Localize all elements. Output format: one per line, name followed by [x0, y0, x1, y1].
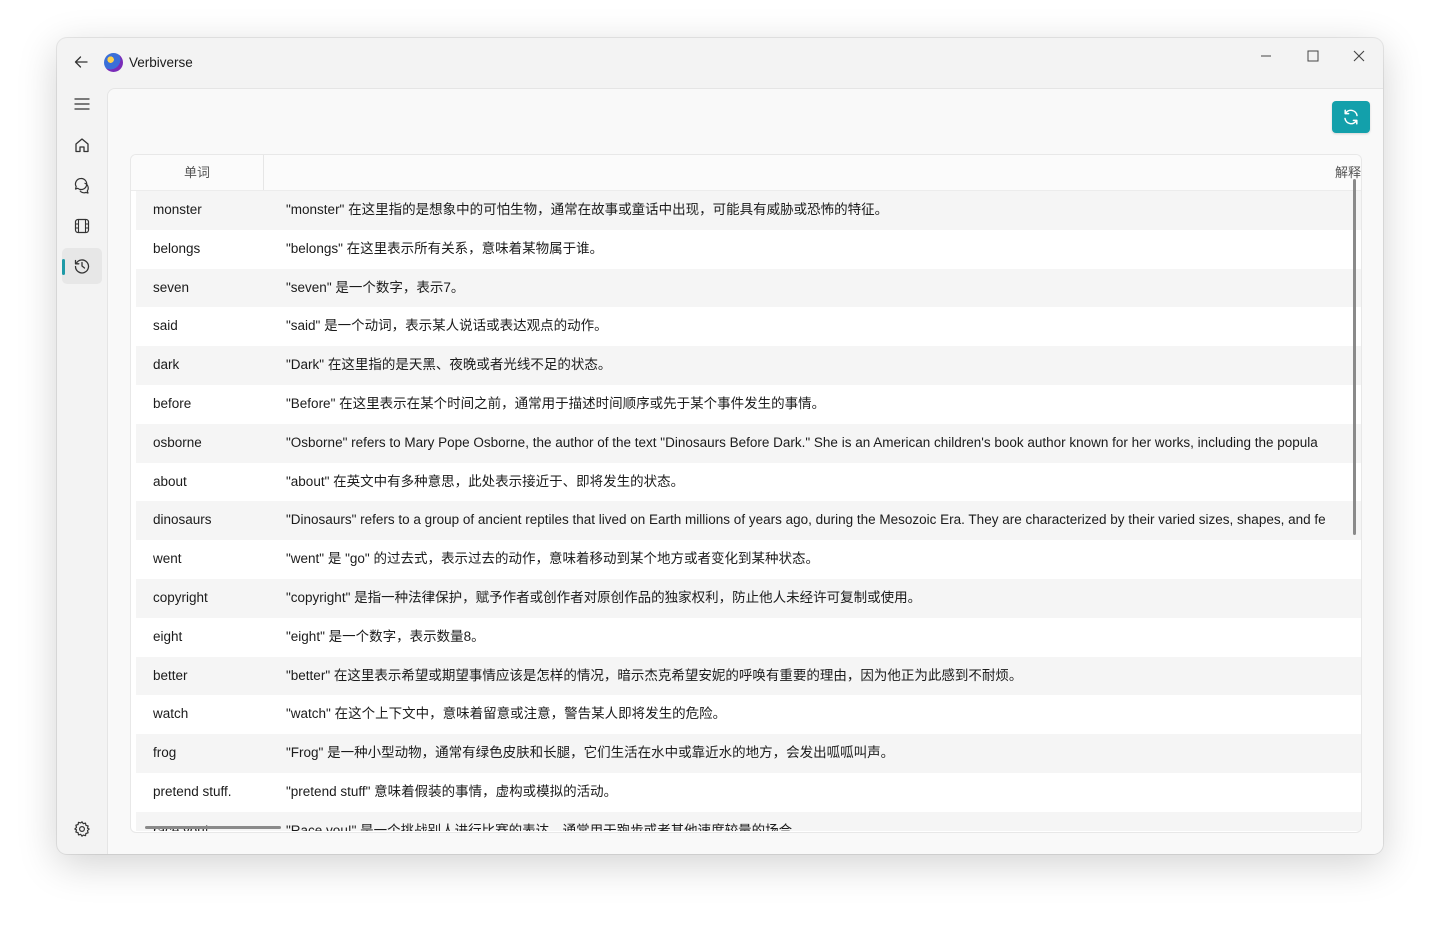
word-cell: better [153, 667, 188, 683]
word-cell: pretend stuff. [153, 783, 232, 799]
column-header-word[interactable]: 单词 [131, 155, 264, 190]
refresh-icon [1344, 109, 1358, 125]
definition-cell: "Frog" 是一种小型动物，通常有绿色皮肤和长腿，它们生活在水中或靠近水的地方… [286, 745, 895, 761]
word-cell: went [153, 551, 182, 567]
definition-cell: "Race you!" 是一个挑战别人进行比赛的表达，通常用于跑步或者其他速度较… [286, 822, 806, 831]
table-row[interactable]: better "better" 在这里表示希望或期望事情应该是怎样的情况，暗示杰克… [136, 656, 1361, 696]
definition-cell: "seven" 是一个数字，表示7。 [286, 279, 465, 295]
film-icon [74, 218, 90, 234]
word-cell: seven [153, 279, 190, 295]
horizontal-scrollbar[interactable] [145, 826, 281, 829]
table-body: monster "monster" 在这里指的是想象中的可怕生物，通常在故事或童话… [136, 191, 1361, 831]
word-cell: frog [153, 745, 177, 761]
definition-cell: "better" 在这里表示希望或期望事情应该是怎样的情况，暗示杰克希望安妮的呼… [286, 667, 1023, 683]
maximize-icon [1307, 50, 1319, 62]
app-window: Verbiverse 单词 解释 monster "monster" 在这里指的… [57, 38, 1383, 854]
table-row[interactable]: frog "Frog" 是一种小型动物，通常有绿色皮肤和长腿，它们生活在水中或靠近… [136, 734, 1361, 773]
hamburger-icon [74, 98, 90, 110]
table-row[interactable]: eight "eight" 是一个数字，表示数量8。 [136, 618, 1361, 657]
selection-indicator [62, 259, 65, 275]
definition-cell: "pretend stuff" 意味着假装的事情，虚构或模拟的活动。 [286, 783, 618, 799]
nav-item-video[interactable] [62, 208, 102, 244]
maximize-button[interactable] [1290, 42, 1336, 70]
refresh-button[interactable] [1332, 101, 1370, 133]
nav-item-home[interactable] [62, 127, 102, 163]
word-cell: monster [153, 202, 202, 217]
table-header: 单词 解释 [131, 155, 1361, 191]
definition-cell: "watch" 在这个上下文中，意味着留意或注意，警告某人即将发生的危险。 [286, 706, 727, 722]
table-row[interactable]: monster "monster" 在这里指的是想象中的可怕生物，通常在故事或童话… [136, 191, 1361, 230]
chat-icon [74, 177, 89, 194]
navigation-pane [57, 88, 107, 854]
close-icon [1353, 50, 1365, 62]
table-row[interactable]: dinosaurs "Dinosaurs" refers to a group o… [136, 501, 1361, 541]
gear-icon [74, 821, 90, 837]
table-row[interactable]: went "went" 是 "go" 的过去式，表示过去的动作，意味着移动到某个地… [136, 540, 1361, 579]
app-logo [104, 53, 123, 72]
history-icon [74, 259, 90, 274]
arrow-left-icon [74, 56, 88, 68]
nav-item-history[interactable] [62, 248, 102, 284]
definition-cell: "Osborne" refers to Mary Pope Osborne, t… [286, 434, 1318, 450]
word-cell: about [153, 473, 187, 489]
word-cell: dinosaurs [153, 512, 212, 528]
minimize-button[interactable] [1243, 42, 1289, 70]
app-title: Verbiverse [129, 55, 193, 70]
definition-cell: "Dinosaurs" refers to a group of ancient… [286, 512, 1326, 528]
table-row[interactable]: seven "seven" 是一个数字，表示7。 [136, 268, 1361, 308]
home-icon [75, 138, 89, 153]
nav-item-chat[interactable] [62, 167, 102, 203]
table-row[interactable]: about "about" 在英文中有多种意思，此处表示接近于、即将发生的状态。 [136, 463, 1361, 502]
column-header-definition[interactable]: 解释 [1335, 155, 1361, 190]
table-row[interactable]: dark "Dark" 在这里指的是天黑、夜晚或者光线不足的状态。 [136, 346, 1361, 385]
word-cell: dark [153, 357, 180, 373]
word-cell: before [153, 395, 192, 411]
vertical-scrollbar[interactable] [1353, 179, 1356, 535]
definition-cell: "said" 是一个动词，表示某人说话或表达观点的动作。 [286, 318, 608, 334]
word-cell: watch [153, 706, 189, 722]
title-bar: Verbiverse [57, 38, 1383, 88]
word-table[interactable]: 单词 解释 monster "monster" 在这里指的是想象中的可怕生物，通常… [130, 154, 1362, 833]
minimize-icon [1261, 55, 1271, 57]
definition-cell: "went" 是 "go" 的过去式，表示过去的动作，意味着移动到某个地方或者变… [286, 551, 819, 567]
table-row[interactable]: said "said" 是一个动词，表示某人说话或表达观点的动作。 [136, 307, 1361, 346]
definition-cell: "Before" 在这里表示在某个时间之前，通常用于描述时间顺序或先于某个事件发… [286, 395, 826, 411]
word-cell: belongs [153, 240, 201, 256]
table-row[interactable]: copyright "copyright" 是指一种法律保护，赋予作者或创作者对原… [136, 578, 1361, 618]
definition-cell: "belongs" 在这里表示所有关系，意味着某物属于谁。 [286, 240, 604, 256]
close-button[interactable] [1336, 42, 1382, 70]
back-button[interactable] [69, 50, 93, 74]
nav-item-settings[interactable] [62, 811, 102, 847]
table-row[interactable]: belongs "belongs" 在这里表示所有关系，意味着某物属于谁。 [136, 230, 1361, 269]
word-cell: osborne [153, 434, 202, 450]
definition-cell: "Dark" 在这里指的是天黑、夜晚或者光线不足的状态。 [286, 357, 612, 373]
table-row[interactable]: before "Before" 在这里表示在某个时间之前，通常用于描述时间顺序或先… [136, 385, 1361, 424]
table-row[interactable]: osborne "Osborne" refers to Mary Pope Osb… [136, 423, 1361, 463]
definition-cell: "about" 在英文中有多种意思，此处表示接近于、即将发生的状态。 [286, 473, 685, 489]
table-row[interactable]: watch "watch" 在这个上下文中，意味着留意或注意，警告某人即将发生的危… [136, 695, 1361, 734]
definition-cell: "eight" 是一个数字，表示数量8。 [286, 628, 485, 644]
table-row[interactable]: pretend stuff. "pretend stuff" 意味着假装的事情，虚… [136, 773, 1361, 812]
word-cell: said [153, 318, 178, 334]
menu-button[interactable] [62, 86, 102, 122]
definition-cell: "copyright" 是指一种法律保护，赋予作者或创作者对原创作品的独家权利，… [286, 589, 922, 605]
table-row[interactable]: race you!"Race you!" 是一个挑战别人进行比赛的表达，通常用于… [136, 811, 1361, 831]
history-page: 单词 解释 monster "monster" 在这里指的是想象中的可怕生物，通常… [107, 88, 1383, 854]
word-cell: eight [153, 628, 183, 644]
word-cell: copyright [153, 589, 208, 605]
definition-cell: "monster" 在这里指的是想象中的可怕生物，通常在故事或童话中出现，可能具… [286, 202, 889, 217]
